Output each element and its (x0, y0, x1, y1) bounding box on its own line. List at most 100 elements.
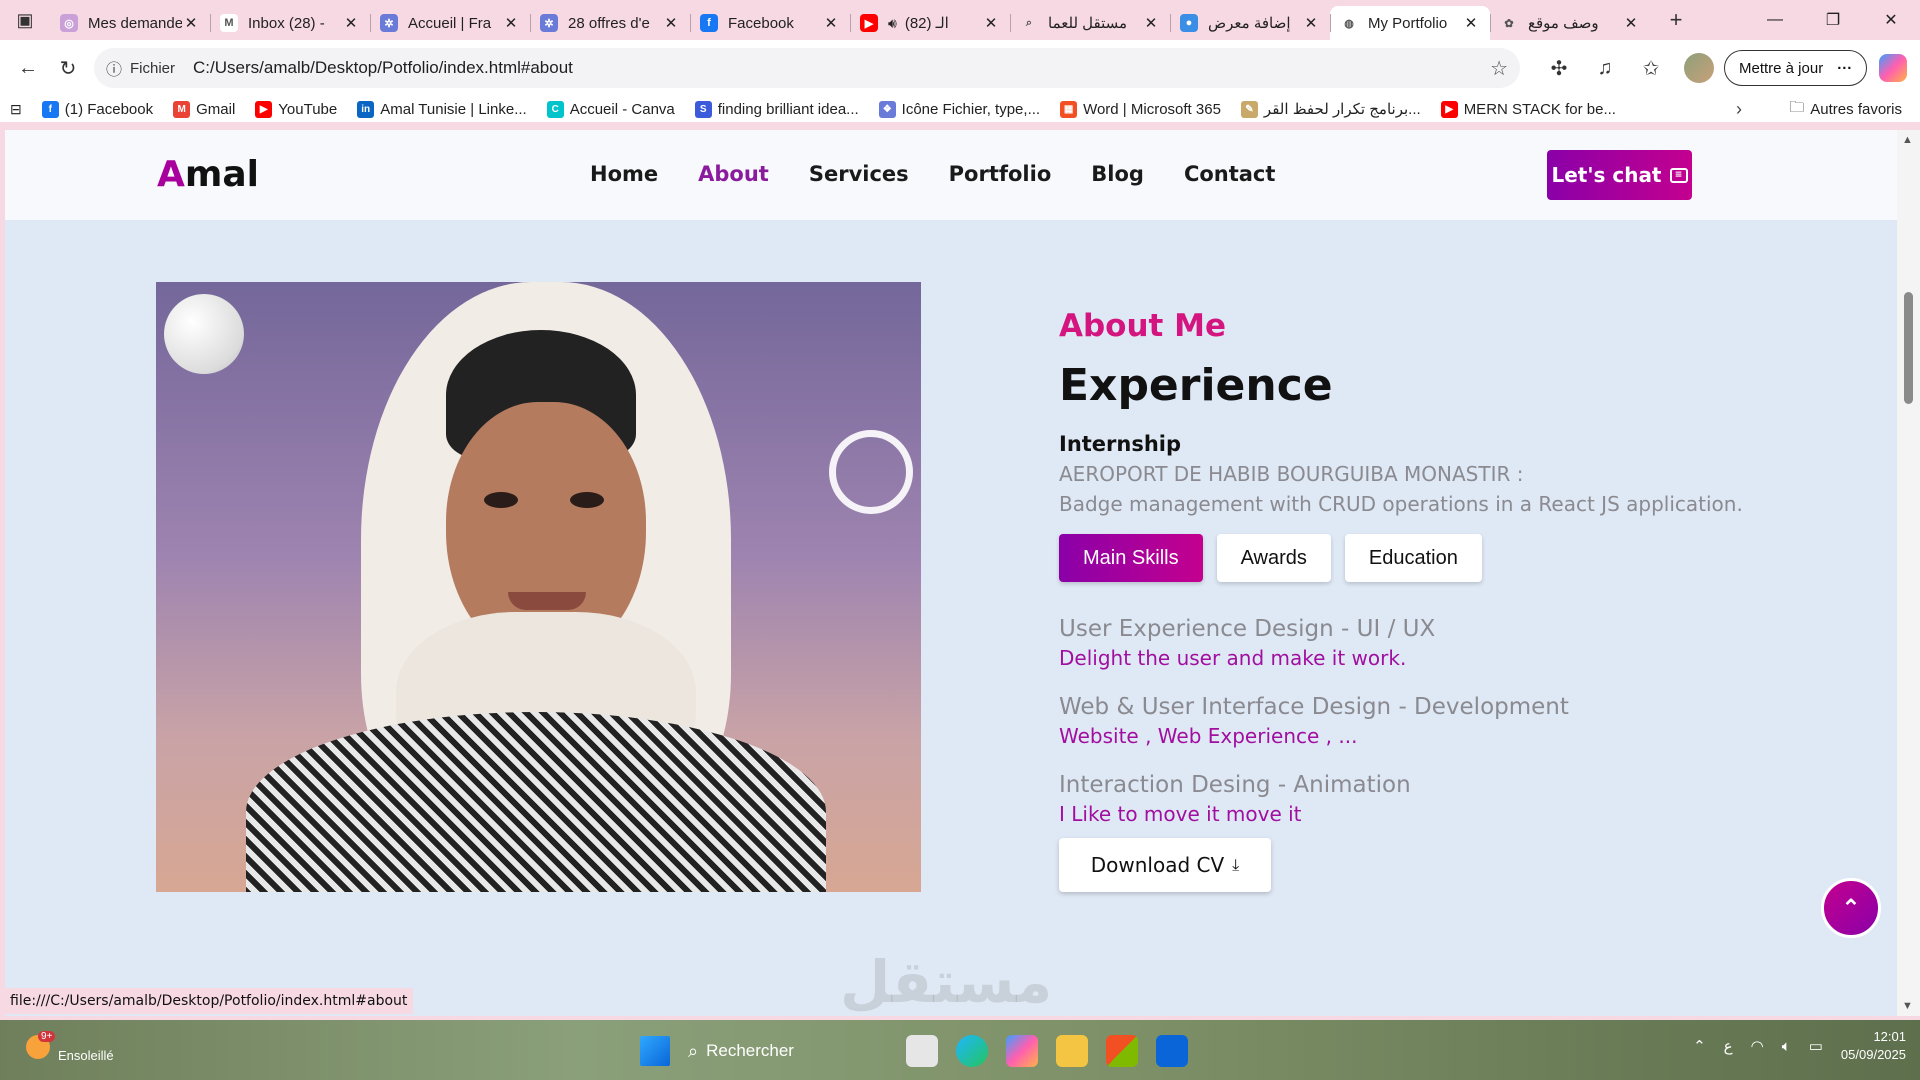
lets-chat-button[interactable]: Let's chat ≡ (1547, 150, 1692, 200)
close-window-icon[interactable]: ✕ (1862, 0, 1920, 40)
profile-avatar[interactable] (1684, 53, 1714, 83)
bookmark-item[interactable]: M Gmail (173, 100, 235, 118)
volume-icon[interactable]: 🔈︎ (1782, 1038, 1791, 1055)
tab-main-skills[interactable]: Main Skills (1059, 534, 1203, 582)
url-text[interactable]: C:/Users/amalb/Desktop/Potfolio/index.ht… (193, 58, 1490, 78)
wifi-icon[interactable]: ◠ (1751, 1037, 1764, 1055)
bookmark-item[interactable]: ▶ YouTube (255, 100, 337, 118)
nav-link-home[interactable]: Home (590, 162, 658, 186)
back-arrow-icon[interactable]: ← (8, 48, 48, 88)
experience-company: AEROPORT DE HABIB BOURGUIBA MONASTIR : (1059, 462, 1524, 486)
tab-close-icon[interactable]: ✕ (1142, 14, 1160, 32)
skill-title: User Experience Design - UI / UX (1059, 616, 1436, 642)
nav-link-services[interactable]: Services (809, 162, 909, 186)
edge-icon[interactable] (956, 1035, 988, 1067)
favorite-star-icon[interactable]: ☆ (1490, 56, 1508, 81)
taskbar-search[interactable]: ⌕ Rechercher (688, 1032, 888, 1070)
keyboard-language-icon[interactable]: ع (1724, 1037, 1733, 1055)
taskview-icon[interactable] (906, 1035, 938, 1067)
bookmark-item[interactable]: in Amal Tunisie | Linke... (357, 100, 527, 118)
more-bookmarks-chevron-icon[interactable]: › (1736, 99, 1742, 120)
tab-title: Inbox (28) - (248, 14, 325, 32)
browser-tab[interactable]: ✲ Accueil | Fra ✕ (370, 6, 530, 40)
scroll-up-arrow-icon[interactable]: ▲ (1902, 134, 1913, 146)
reload-icon[interactable]: ↻ (48, 48, 88, 88)
page-scrollbar[interactable]: ▲ ▼ (1897, 130, 1920, 1016)
tab-close-icon[interactable]: ✕ (182, 14, 200, 32)
minimize-icon[interactable]: — (1746, 0, 1804, 40)
browser-tab[interactable]: ⌕ مستقل للعما ✕ (1010, 6, 1170, 40)
tab-title: Mes demandes (88, 14, 182, 32)
tab-close-icon[interactable]: ✕ (1302, 14, 1320, 32)
browser-tab[interactable]: ✿ وصف موقع ✕ (1490, 6, 1650, 40)
address-bar[interactable]: ⓘ Fichier C:/Users/amalb/Desktop/Potfoli… (94, 48, 1520, 88)
bookmark-item[interactable]: f (1) Facebook (41, 100, 153, 118)
file-explorer-icon[interactable] (1056, 1035, 1088, 1067)
browser-tab[interactable]: ◎ Mes demandes ✕ (50, 6, 210, 40)
new-tab-button[interactable]: + (1656, 7, 1696, 33)
tab-close-icon[interactable]: ✕ (822, 14, 840, 32)
bookmark-menu-icon[interactable]: ⊟ (10, 101, 22, 118)
scroll-to-top-button[interactable]: ⌃ (1821, 878, 1881, 938)
bookmark-label: Amal Tunisie | Linke... (380, 100, 527, 118)
tab-favicon-icon: ⌕ (1020, 14, 1038, 32)
more-menu-icon[interactable]: ··· (1837, 60, 1852, 77)
tab-favicon-icon: ● (1180, 14, 1198, 32)
nav-link-about[interactable]: About (698, 162, 769, 186)
tab-education[interactable]: Education (1344, 534, 1482, 582)
browser-tab[interactable]: ● إضافة معرض ✕ (1170, 6, 1330, 40)
skill-title: Interaction Desing - Animation (1059, 772, 1411, 798)
scrollbar-thumb[interactable] (1904, 292, 1913, 404)
download-cv-button[interactable]: Download CV ⤓ (1059, 838, 1271, 892)
tab-awards[interactable]: Awards (1216, 534, 1331, 582)
nav-link-blog[interactable]: Blog (1091, 162, 1144, 186)
browser-tab[interactable]: f Facebook ✕ (690, 6, 850, 40)
battery-icon[interactable]: ▭ (1809, 1037, 1823, 1055)
clock[interactable]: 12:01 05/09/2025 (1841, 1028, 1906, 1064)
performance-icon[interactable]: ♫ (1582, 48, 1628, 88)
scroll-down-arrow-icon[interactable]: ▼ (1902, 1000, 1913, 1012)
tab-close-icon[interactable]: ✕ (662, 14, 680, 32)
favorites-icon[interactable]: ✩ (1628, 48, 1674, 88)
tab-close-icon[interactable]: ✕ (1462, 14, 1480, 32)
tab-close-icon[interactable]: ✕ (342, 14, 360, 32)
update-button[interactable]: Mettre à jour ··· (1724, 50, 1868, 86)
browser-tab[interactable]: M Inbox (28) - ✕ (210, 6, 370, 40)
tab-close-icon[interactable]: ✕ (982, 14, 1000, 32)
start-windows-icon[interactable] (640, 1036, 670, 1066)
bookmark-item[interactable]: ✎ برنامج تكرار لحفظ القر... (1240, 100, 1421, 118)
nav-link-contact[interactable]: Contact (1184, 162, 1276, 186)
scheme-label: Fichier (130, 59, 176, 77)
browser-tab[interactable]: ✲ 28 offres d'e ✕ (530, 6, 690, 40)
lets-chat-label: Let's chat (1551, 163, 1662, 187)
extensions-icon[interactable]: ✣ (1536, 48, 1582, 88)
tab-close-icon[interactable]: ✕ (502, 14, 520, 32)
skill-description: Delight the user and make it work. (1059, 646, 1407, 670)
tab-audio-icon[interactable]: 🔊︎ (888, 15, 897, 32)
bookmark-favicon-icon: ▦ (1060, 100, 1078, 118)
copilot-icon[interactable] (1879, 54, 1908, 82)
restore-icon[interactable]: ❐ (1804, 0, 1862, 40)
bookmark-label: Gmail (196, 100, 236, 118)
bookmark-item[interactable]: C Accueil - Canva (546, 100, 675, 118)
bookmark-item[interactable]: ▦ Word | Microsoft 365 (1060, 100, 1221, 118)
tab-close-icon[interactable]: ✕ (1622, 14, 1640, 32)
tab-actions-icon[interactable]: ▣ (0, 0, 50, 40)
bookmark-item[interactable]: ❖ Icône Fichier, type,... (878, 100, 1040, 118)
browser-tab[interactable]: ▶ 🔊︎ (82) الـ ✕ (850, 6, 1010, 40)
bookmark-item[interactable]: ▶ MERN STACK for be... (1440, 100, 1616, 118)
skill-description: I Like to move it move it (1059, 802, 1302, 826)
outlook-icon[interactable] (1156, 1035, 1188, 1067)
chevron-up-icon[interactable]: ⌃ (1693, 1037, 1706, 1055)
weather-widget[interactable]: 9+ Ensoleillé (26, 1030, 114, 1063)
copilot-app-icon[interactable] (1006, 1035, 1038, 1067)
browser-tab[interactable]: ◍ My Portfolio ✕ (1330, 6, 1490, 40)
store-icon[interactable] (1106, 1035, 1138, 1067)
left-eye-shape (484, 492, 518, 508)
download-icon: ⤓ (1232, 855, 1240, 874)
nav-link-portfolio[interactable]: Portfolio (949, 162, 1052, 186)
info-icon[interactable]: ⓘ (106, 56, 122, 80)
site-logo[interactable]: Amal (157, 154, 259, 195)
bookmark-item[interactable]: Sfinding brilliant idea... (694, 100, 859, 118)
other-favorites[interactable]: 🗀 Autres favoris (1789, 97, 1902, 122)
